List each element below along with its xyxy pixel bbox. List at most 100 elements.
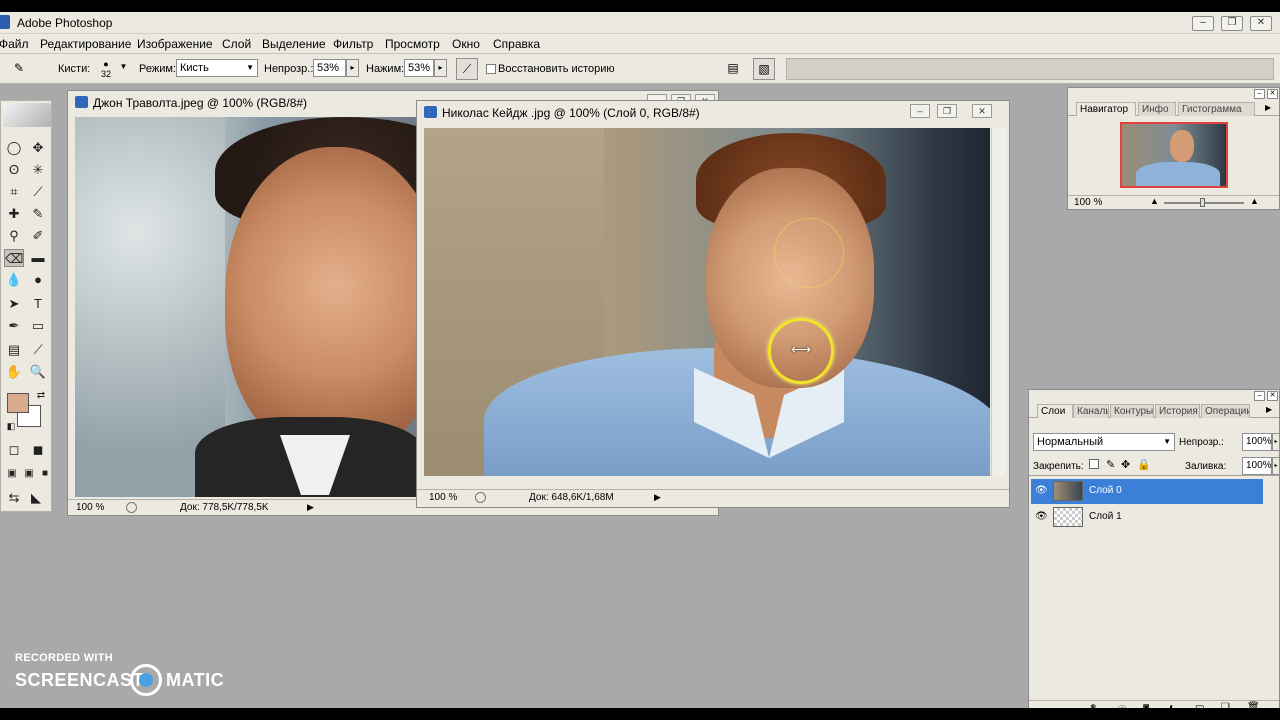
layer-mask-icon[interactable]: ◙ [1143,702,1149,708]
panel-minimize-button[interactable]: – [1254,391,1265,401]
zoom-level[interactable]: 100 % [429,492,457,503]
status-icon[interactable] [126,502,137,513]
flow-field[interactable]: 53% [404,59,434,77]
tab-layers[interactable]: Слои [1037,404,1073,418]
status-menu-arrow-icon[interactable]: ▶ [307,502,314,513]
opacity-field[interactable]: 53% [313,59,346,77]
document-window-cage[interactable]: Николас Кейдж .jpg @ 100% (Слой 0, RGB/8… [416,100,1010,508]
path-selection-tool-icon[interactable]: ➤ [4,295,24,313]
document-titlebar[interactable]: Николас Кейдж .jpg @ 100% (Слой 0, RGB/8… [417,101,1009,123]
panel-menu-icon[interactable]: ▶ [1265,103,1271,112]
clone-stamp-tool-icon[interactable]: ⚲ [4,227,24,245]
status-menu-arrow-icon[interactable]: ▶ [654,492,661,503]
shape-tool-icon[interactable]: ▭ [28,317,48,335]
close-button[interactable]: ✕ [1250,16,1272,31]
layer-row[interactable]: 👁 Слой 1 [1031,505,1263,530]
adjustment-layer-icon[interactable]: ◐ [1169,702,1175,708]
layer-opacity-slider-button[interactable]: ▸ [1272,433,1280,451]
palette-toggle-icon[interactable]: ▧ [753,58,775,80]
healing-brush-tool-icon[interactable]: ✚ [4,205,24,223]
standard-mode-icon[interactable]: ◻ [4,441,24,459]
layer-style-icon[interactable]: ⓕ [1117,702,1127,708]
navigator-thumbnail[interactable] [1120,122,1228,188]
zoom-tool-icon[interactable]: 🔍 [28,363,48,381]
canvas-cage[interactable]: ⟷ [424,128,990,476]
restore-history-checkbox[interactable] [486,64,496,74]
zoom-slider-handle[interactable] [1200,198,1205,207]
zoom-level[interactable]: 100 % [76,502,104,513]
airbrush-icon[interactable]: ⟋ [456,58,478,80]
tab-navigator[interactable]: Навигатор [1076,102,1136,116]
blend-mode-select[interactable]: Нормальный ▼ [1033,433,1175,451]
move-tool-icon[interactable]: ✥ [28,139,48,157]
lock-position-icon[interactable]: ✥ [1121,458,1130,471]
layer-name[interactable]: Слой 1 [1089,511,1122,522]
gradient-tool-icon[interactable]: ▬ [28,249,48,267]
menu-view[interactable]: Просмотр [385,37,440,51]
eye-icon[interactable]: 👁 [1035,485,1049,497]
slice-tool-icon[interactable]: ⟋ [28,183,48,201]
eraser-tool-preset-icon[interactable]: ✎ [8,58,30,80]
layer-opacity-field[interactable]: 100% [1242,433,1272,451]
tab-paths[interactable]: Контуры [1110,404,1154,418]
tab-histogram[interactable]: Гистограмма [1178,102,1255,116]
default-colors-icon[interactable]: ◧ [1,417,21,435]
minimize-button[interactable]: – [1192,16,1214,31]
zoom-in-icon[interactable]: ▲ [1250,196,1259,206]
eyedropper-tool-icon[interactable]: ⟋ [28,341,48,359]
brush-tool-icon[interactable]: ✎ [28,205,48,223]
vertical-scrollbar[interactable] [991,128,1005,476]
fill-field[interactable]: 100% [1242,457,1272,475]
tab-info[interactable]: Инфо [1138,102,1176,116]
menu-window[interactable]: Окно [452,37,480,51]
blur-tool-icon[interactable]: 💧 [4,271,24,289]
menu-edit[interactable]: Редактирование [40,37,131,51]
pen-tool-icon[interactable]: ✒ [4,317,24,335]
mode-select[interactable]: Кисть ▼ [176,59,258,77]
new-layer-icon[interactable]: ❏ [1221,702,1230,708]
status-icon[interactable] [475,492,486,503]
type-tool-icon[interactable]: T [28,295,48,313]
zoom-out-icon[interactable]: ▲ [1150,196,1159,206]
brush-dropdown-icon[interactable]: ▼ [117,59,130,77]
swap-colors-icon[interactable]: ⇄ [31,387,51,405]
menu-layer[interactable]: Слой [222,37,251,51]
magic-wand-tool-icon[interactable]: ✳ [28,161,48,179]
menu-file[interactable]: Файл [0,37,29,51]
flow-slider-button[interactable]: ▸ [434,59,447,77]
tab-actions[interactable]: Операции [1201,404,1250,418]
jump-to-imageready-icon[interactable]: ⇆ [4,489,24,507]
maximize-button[interactable]: ❐ [1221,16,1243,31]
photoshop-feather-logo[interactable] [3,103,51,127]
doc-minimize-button[interactable]: – [910,104,930,118]
layer-name[interactable]: Слой 0 [1089,485,1122,496]
dodge-tool-icon[interactable]: ● [28,271,48,289]
brush-picker[interactable]: ● 32 [94,57,118,81]
quick-mask-mode-icon[interactable]: ◼ [28,441,48,459]
tab-channels[interactable]: Каналы [1073,404,1109,418]
canvas-travolta[interactable] [75,117,420,497]
panel-minimize-button[interactable]: – [1254,89,1265,99]
lasso-tool-icon[interactable]: ʘ [4,161,24,179]
lock-transparency-icon[interactable] [1089,459,1099,469]
opacity-slider-button[interactable]: ▸ [346,59,359,77]
fill-slider-button[interactable]: ▸ [1272,457,1280,475]
imageready-icon[interactable]: ◣ [26,489,46,507]
tab-history[interactable]: История [1155,404,1200,418]
screen-mode-full-icon[interactable]: ■ [35,465,55,483]
hand-tool-icon[interactable]: ✋ [4,363,24,381]
delete-layer-icon[interactable]: 🗑 [1247,702,1260,708]
navigator-zoom[interactable]: 100 % [1074,197,1102,208]
doc-maximize-button[interactable]: ❐ [937,104,957,118]
eye-icon[interactable]: 👁 [1035,511,1049,523]
lock-all-icon[interactable]: 🔒 [1137,458,1151,471]
new-group-icon[interactable]: ▭ [1195,702,1204,708]
lock-pixels-icon[interactable]: ✎ [1106,458,1115,471]
file-browser-icon[interactable]: ▤ [722,58,744,80]
menu-select[interactable]: Выделение [262,37,326,51]
doc-close-button[interactable]: ✕ [972,104,992,118]
eraser-tool-icon[interactable]: ⌫ [4,249,24,267]
layer-row[interactable]: 👁 Слой 0 [1031,479,1263,504]
menu-filter[interactable]: Фильтр [333,37,373,51]
link-layers-icon[interactable]: ⚭ [1089,702,1097,708]
